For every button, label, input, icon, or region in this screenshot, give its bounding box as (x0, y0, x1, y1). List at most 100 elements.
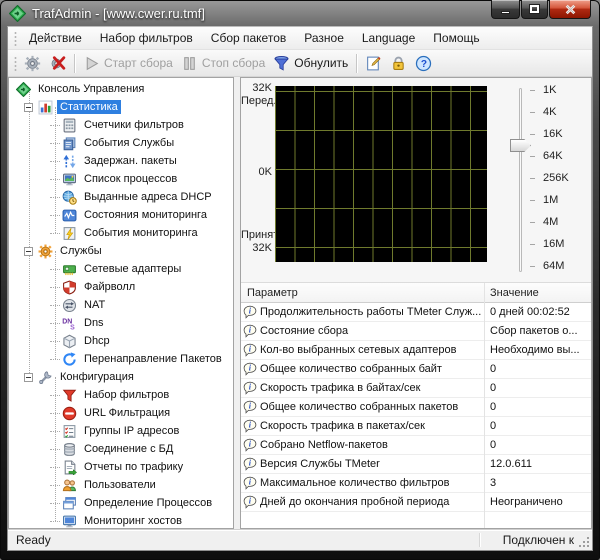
table-row[interactable]: iСкорость трафика в пакетах/сек0 (241, 417, 591, 436)
close-button[interactable] (549, 0, 591, 19)
tree-item-label: Выданные адреса DHCP (81, 190, 215, 204)
tree-item-process-list[interactable]: Список процессов (9, 170, 233, 188)
tree-item-statistics[interactable]: Статистика (9, 98, 233, 116)
tree-connector (50, 413, 60, 414)
tree-item-url-filtering[interactable]: URL Фильтрация (9, 404, 233, 422)
table-row[interactable]: iСостояние сбораСбор пакетов о... (241, 322, 591, 341)
toolbar-stop-button[interactable]: Стоп сбора (177, 53, 269, 74)
tree-item-label: Состояния мониторинга (81, 208, 210, 222)
toolbar-reset-button[interactable]: Обнулить (269, 53, 352, 74)
tree-item-configuration[interactable]: Конфигурация (9, 368, 233, 386)
axis-receive-caption: Принят (241, 229, 272, 241)
table-row[interactable]: iДней до окончания пробной периодаНеогра… (241, 493, 591, 512)
filter-counters-icon (62, 118, 77, 133)
column-header-param[interactable]: Параметр (241, 287, 484, 299)
dhcp-icon (62, 334, 77, 349)
tree-item-ip-groups[interactable]: Группы IP адресов (9, 422, 233, 440)
tree-item-console[interactable]: Консоль Управления (9, 80, 233, 98)
tree-item-traffic-reports[interactable]: Отчеты по трафику (9, 458, 233, 476)
scale-tick (530, 222, 535, 223)
expand-toggle-icon[interactable] (24, 103, 33, 112)
tree-item-nat[interactable]: NAT (9, 296, 233, 314)
tree-item-delayed-packets[interactable]: Задержан. пакеты (9, 152, 233, 170)
toolbar-help-button[interactable]: ? (411, 53, 436, 74)
toolbar-editor-button[interactable] (361, 53, 386, 74)
traffic-plot (275, 86, 487, 262)
tree-item-dhcp[interactable]: Dhcp (9, 332, 233, 350)
expand-toggle-icon[interactable] (24, 373, 33, 382)
scale-label: 16M (543, 238, 564, 251)
resize-grip-icon[interactable] (577, 535, 590, 548)
note-editor-icon (365, 55, 382, 72)
tree-item-filter-counters[interactable]: Счетчики фильтров (9, 116, 233, 134)
configuration-icon (38, 370, 53, 385)
column-header-value[interactable]: Значение (484, 287, 591, 299)
param-text: Скорость трафика в байтах/сек (260, 382, 420, 394)
toolbar-start-button[interactable]: Старт сбора (79, 53, 177, 74)
scale-slider-thumb[interactable] (510, 139, 531, 152)
tree-connector (50, 323, 60, 324)
window-title: TrafAdmin - [www.cwer.ru.tmf] (32, 6, 205, 21)
app-window: TrafAdmin - [www.cwer.ru.tmf] ДействиеНа… (0, 0, 600, 560)
nat-icon (62, 298, 77, 313)
navigation-tree: Консоль УправленияСтатистикаСчетчики фил… (8, 77, 234, 529)
menu-item-language[interactable]: Language (353, 28, 424, 48)
param-text: Версия Службы TMeter (260, 458, 380, 470)
svg-text:S: S (70, 324, 75, 330)
tree-item-service-events[interactable]: События Службы (9, 134, 233, 152)
tree-item-filter-set[interactable]: Набор фильтров (9, 386, 233, 404)
menu-item-help[interactable]: Помощь (424, 28, 488, 48)
tree-item-host-monitoring[interactable]: Мониторинг хостов (9, 512, 233, 529)
tree-item-users[interactable]: Пользователи (9, 476, 233, 494)
menubar-grip[interactable] (14, 31, 17, 46)
expand-toggle-icon[interactable] (24, 247, 33, 256)
menu-item-misc[interactable]: Разное (295, 28, 353, 48)
toolbar-settings-button[interactable] (20, 53, 45, 74)
table-row[interactable]: iПродолжительность работы TMeter Служ...… (241, 303, 591, 322)
table-empty-row (241, 512, 591, 528)
toolbar-lock-button[interactable] (386, 53, 411, 74)
tree-item-packet-redirect[interactable]: Перенаправление Пакетов (9, 350, 233, 368)
toolbar-grip[interactable] (14, 56, 17, 71)
maximize-button[interactable] (521, 0, 548, 19)
tree-item-monitoring-states[interactable]: Состояния мониторинга (9, 206, 233, 224)
scale-label: 4K (543, 106, 556, 119)
tree-item-services[interactable]: Службы (9, 242, 233, 260)
tree-item-label: URL Фильтрация (81, 406, 173, 420)
tree-item-dns[interactable]: DNSDns (9, 314, 233, 332)
table-row[interactable]: iВерсия Службы TMeter12.0.611 (241, 455, 591, 474)
tree-item-network-adapters[interactable]: Сетевые адаптеры (9, 260, 233, 278)
scale-tick (530, 90, 535, 91)
minimize-icon (501, 11, 510, 14)
table-row[interactable]: iОбщее количество собранных байт0 (241, 360, 591, 379)
table-row[interactable]: iОбщее количество собранных пакетов0 (241, 398, 591, 417)
menu-item-packet-capture[interactable]: Сбор пакетов (202, 28, 295, 48)
tree-connector (50, 359, 60, 360)
scale-slider-track[interactable] (519, 88, 522, 272)
tree-connector (50, 431, 60, 432)
packet-redirect-icon (62, 352, 77, 367)
table-row[interactable]: iМаксимальное количество фильтров3 (241, 474, 591, 493)
info-bubble-icon: i (243, 457, 257, 471)
info-bubble-icon: i (243, 419, 257, 433)
scale-label: 1M (543, 194, 558, 207)
titlebar[interactable]: TrafAdmin - [www.cwer.ru.tmf] (7, 0, 593, 26)
menu-item-filter-set[interactable]: Набор фильтров (91, 28, 202, 48)
menu-item-action[interactable]: Действие (20, 28, 91, 48)
axis-receive-value: 32K (241, 242, 272, 254)
statistics-table: Параметр Значение iПродолжительность раб… (241, 282, 591, 528)
tree-item-db-connection[interactable]: Соединение с БД (9, 440, 233, 458)
maximize-icon (530, 5, 539, 13)
toolbar-delete-button[interactable] (45, 53, 70, 74)
tree-item-monitoring-events[interactable]: События мониторинга (9, 224, 233, 242)
minimize-button[interactable] (491, 0, 520, 19)
tree-item-process-detection[interactable]: Определение Процессов (9, 494, 233, 512)
tree-connector (50, 125, 60, 126)
tree-item-label: Dhcp (81, 334, 113, 348)
table-row[interactable]: iКол-во выбранных сетевых адаптеровНеобх… (241, 341, 591, 360)
table-row[interactable]: iСкорость трафика в байтах/сек0 (241, 379, 591, 398)
tree-item-dhcp-leases[interactable]: Выданные адреса DHCP (9, 188, 233, 206)
table-row[interactable]: iСобрано Netflow-пакетов0 (241, 436, 591, 455)
tree-item-firewall[interactable]: Файрволл (9, 278, 233, 296)
process-list-icon (62, 172, 77, 187)
